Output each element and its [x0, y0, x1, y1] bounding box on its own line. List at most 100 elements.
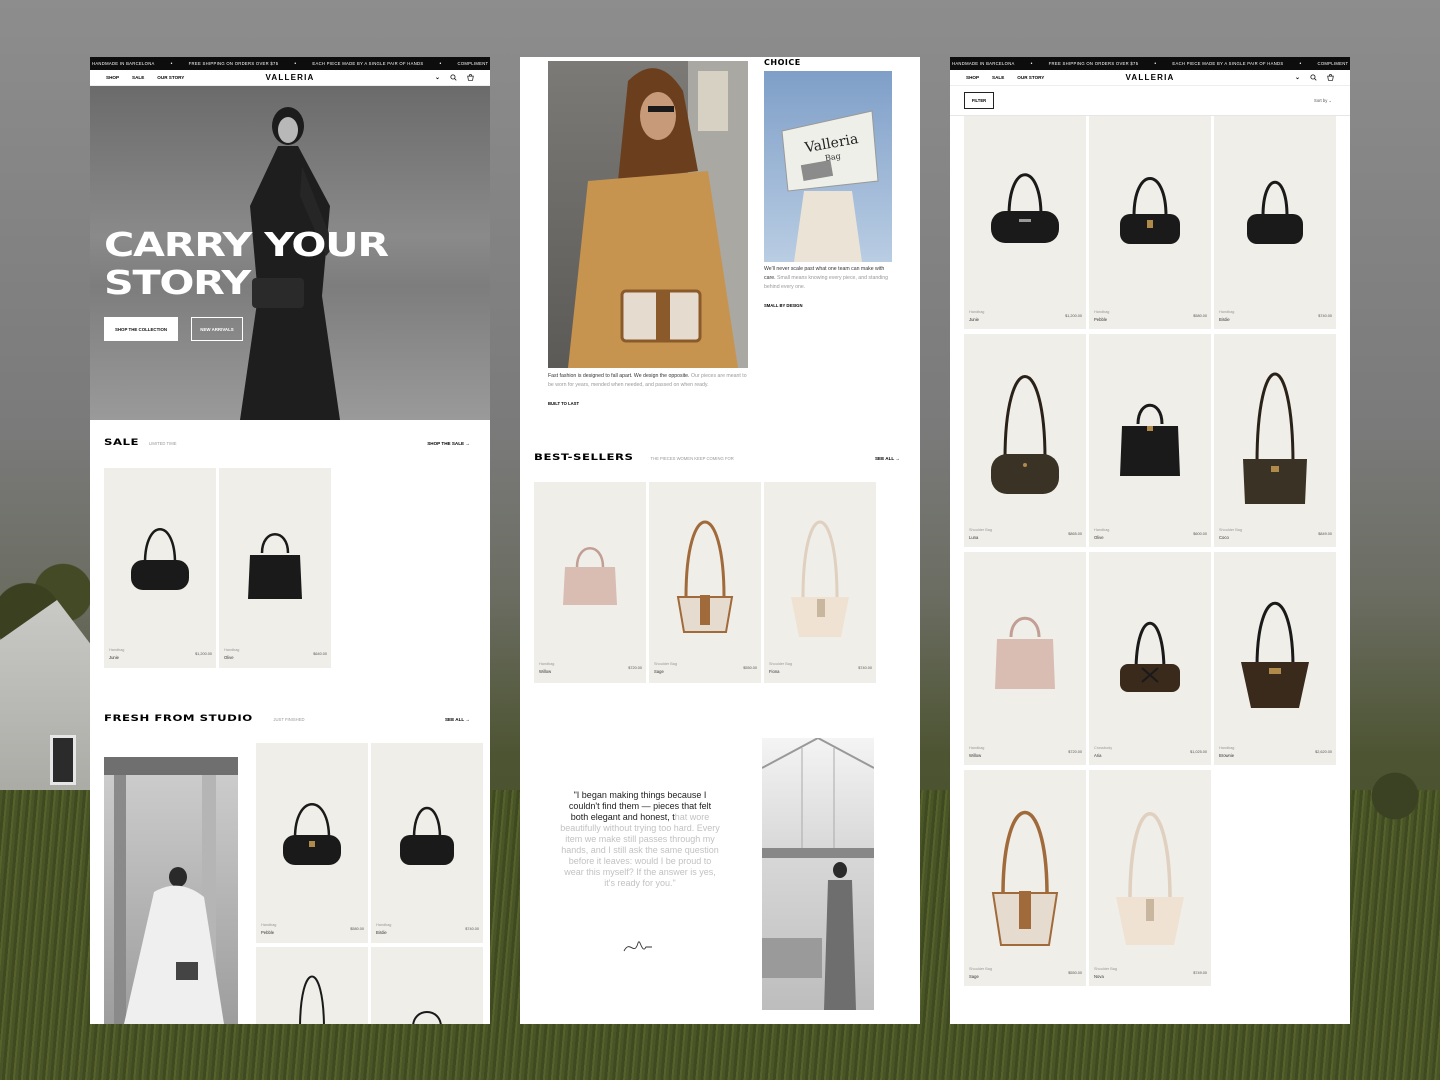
product-card[interactable]: Handbag Junie $1,200.00: [964, 116, 1086, 329]
ticker-separator: •: [170, 60, 173, 67]
product-category: Shoulder Bag: [1219, 528, 1243, 532]
bag-image: [1243, 372, 1307, 504]
cart-icon[interactable]: [1327, 74, 1334, 81]
product-card[interactable]: Shoulder Bag Luna $865.00: [964, 334, 1086, 547]
search-icon[interactable]: [1310, 74, 1317, 81]
bag-image: [1241, 602, 1309, 708]
bag-image: [991, 173, 1059, 243]
arrow-right-icon: →: [465, 716, 470, 722]
product-price: $740.00: [858, 666, 872, 670]
ticker-item: HANDMADE IN BARCELONA: [92, 61, 155, 66]
product-card[interactable]: Crossbody Aria $1,025.00: [1089, 552, 1211, 765]
see-all-link[interactable]: SEE ALL →: [875, 456, 900, 461]
product-price: $740.00: [465, 927, 479, 931]
studio-photo-art: [104, 757, 238, 1024]
nav-shop-link[interactable]: SHOP: [106, 75, 119, 80]
product-name: Olive: [1094, 535, 1104, 540]
sort-by-dropdown[interactable]: Sort by ⌄: [1314, 98, 1332, 103]
product-card[interactable]: Handbag Pebble $580.00: [1089, 116, 1211, 329]
bag-image: [400, 806, 454, 865]
product-name: Sage: [969, 974, 979, 979]
filter-button[interactable]: FILTER: [964, 92, 994, 109]
ticker-separator: •: [294, 60, 297, 67]
nav-sale-link[interactable]: SALE: [992, 75, 1004, 80]
see-all-link[interactable]: SEE ALL →: [445, 717, 470, 722]
background-trees-right: [1350, 760, 1440, 820]
product-category: Handbag: [969, 746, 985, 750]
product-price: $580.00: [350, 927, 364, 931]
product-price: $550.00: [1068, 971, 1082, 975]
nav-shop-link[interactable]: SHOP: [966, 75, 979, 80]
product-card[interactable]: Handbag Willow $720.00: [964, 552, 1086, 765]
product-card[interactable]: Handbag Birdie $740.00: [1214, 116, 1336, 329]
product-price: $720.00: [1068, 750, 1082, 754]
brand-logo[interactable]: VALLERIA: [1125, 73, 1174, 82]
cart-icon[interactable]: [467, 74, 474, 81]
chevron-down-icon: ⌄: [1328, 98, 1332, 103]
shop-the-collection-button[interactable]: SHOP THE COLLECTION: [104, 317, 178, 341]
founder-signature: [623, 941, 652, 952]
product-card[interactable]: Shoulder Bag Coco $849.00: [1214, 334, 1336, 547]
ticker-separator: •: [1030, 60, 1033, 67]
bag-image: [1247, 181, 1303, 244]
bag-image: [676, 520, 734, 633]
new-arrivals-button[interactable]: NEW ARRIVALS: [191, 317, 243, 341]
product-card[interactable]: Handbag Brownie $2,620.00: [1214, 552, 1336, 765]
product-card[interactable]: [371, 947, 483, 1024]
bag-image: [791, 520, 849, 637]
product-card[interactable]: Handbag Pebble $580.00: [256, 743, 368, 943]
product-category: Handbag: [261, 923, 277, 927]
nav-our-story-link[interactable]: OUR STORY: [1017, 75, 1044, 80]
product-price: $600.00: [1193, 532, 1207, 536]
product-price: $849.00: [1318, 532, 1332, 536]
bag-image: [412, 1011, 442, 1024]
product-card[interactable]: Handbag Birdie $740.00: [371, 743, 483, 943]
arrow-right-icon: →: [895, 455, 900, 461]
product-card[interactable]: Shoulder Bag Fiona $740.00: [764, 482, 876, 683]
scarf-photo-art: [568, 61, 748, 368]
choice-heading: CHOICE: [764, 58, 801, 67]
main-nav: SHOP SALE OUR STORY VALLERIA ⌄: [950, 70, 1350, 86]
product-card[interactable]: Shoulder Bag Nova $749.00: [1089, 770, 1211, 986]
product-price: $580.00: [1193, 314, 1207, 318]
built-to-last-caption: Fast fashion is designed to fall apart. …: [548, 373, 747, 389]
nav-our-story-link[interactable]: OUR STORY: [157, 75, 184, 80]
chevron-down-icon[interactable]: ⌄: [1295, 74, 1300, 81]
nav-sale-link[interactable]: SALE: [132, 75, 144, 80]
search-icon[interactable]: [450, 74, 457, 81]
product-name: Pebble: [261, 930, 275, 935]
built-to-last-tag: BUILT TO LAST: [548, 401, 580, 406]
product-card[interactable]: Handbag Junie $1,200.00: [104, 468, 216, 668]
bestsellers-subtitle: THE PIECES WOMEN KEEP COMING FOR: [650, 455, 734, 461]
shop-the-sale-link[interactable]: SHOP THE SALE →: [427, 441, 470, 446]
bag-image: [1120, 177, 1180, 244]
product-name: Brownie: [1219, 753, 1235, 758]
background-window: [50, 735, 76, 785]
ticker-item: EACH PIECE MADE BY A SINGLE PAIR OF HAND…: [312, 61, 424, 66]
product-card[interactable]: [256, 947, 368, 1024]
sale-section-header: SALE LIMITED TIME SHOP THE SALE →: [104, 438, 470, 448]
chevron-down-icon[interactable]: ⌄: [435, 74, 440, 81]
small-by-design-tag: SMALL BY DESIGN: [764, 303, 803, 308]
bag-image: [1120, 622, 1180, 692]
bag-image: [991, 811, 1059, 946]
founder-photo-art: [762, 738, 874, 1010]
ticker-item: FREE SHIPPING ON ORDERS OVER $75: [188, 61, 279, 66]
product-category: Handbag: [376, 923, 392, 927]
home-page-mockup: HANDMADE IN BARCELONA • FREE SHIPPING ON…: [90, 57, 490, 1024]
brand-logo[interactable]: VALLERIA: [265, 73, 314, 82]
product-card[interactable]: Handbag Olive $640.00: [219, 468, 331, 668]
product-price: $749.00: [1193, 971, 1207, 975]
arrow-right-icon: →: [465, 440, 470, 446]
product-card[interactable]: Handbag Willow $720.00: [534, 482, 646, 683]
newspaper-photo: Valleria Bag: [764, 71, 892, 262]
product-name: Fiona: [769, 669, 780, 674]
product-category: Handbag: [1219, 746, 1235, 750]
announcement-ticker: HANDMADE IN BARCELONA • FREE SHIPPING ON…: [90, 57, 490, 70]
ticker-item: EACH PIECE MADE BY A SINGLE PAIR OF HAND…: [1172, 61, 1284, 66]
product-card[interactable]: Handbag Olive $600.00: [1089, 334, 1211, 547]
product-card[interactable]: Shoulder Bag Sage $550.00: [964, 770, 1086, 986]
bag-image: [563, 547, 617, 605]
product-card[interactable]: Shoulder Bag Sage $550.00: [649, 482, 761, 683]
studio-editorial-photo: [104, 757, 238, 1024]
